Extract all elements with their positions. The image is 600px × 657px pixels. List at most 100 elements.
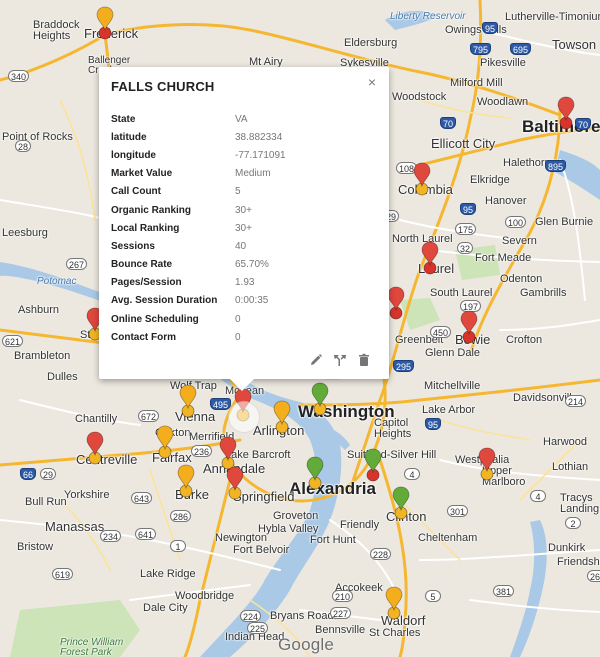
info-row: State VA (111, 110, 286, 128)
label-fort-meade: Fort Meade (475, 252, 532, 264)
shield-66: 66 (20, 468, 37, 480)
label-elkridge: Elkridge (470, 174, 510, 186)
label-groveton: Groveton (273, 510, 319, 522)
location-marker[interactable] (272, 400, 292, 434)
label-lutherville: Lutherville-Timonium (505, 11, 600, 23)
close-icon[interactable]: × (365, 75, 379, 89)
marker-pin (306, 456, 324, 482)
label-suitland: Suitland-Silver Hill (347, 449, 437, 461)
info-window-title: FALLS CHURCH (111, 79, 215, 94)
info-row-label: Local Ranking (111, 222, 180, 234)
info-row-label: longitude (111, 149, 156, 161)
marker-pin (421, 241, 439, 267)
marker-pin (219, 436, 237, 462)
marker-pin (413, 162, 431, 188)
label-braddock-heights: Braddock Heights (33, 19, 80, 42)
label-chantilly: Chantilly (75, 413, 118, 425)
info-row-value: VA (235, 113, 248, 125)
info-row-label: Avg. Session Duration (111, 295, 218, 307)
info-row-value: 40 (235, 240, 247, 252)
info-row-value: 30+ (235, 204, 252, 216)
shield-227: 227 (330, 607, 352, 619)
shield-225: 225 (247, 622, 269, 634)
shield-340: 340 (8, 70, 30, 82)
marker-pin (177, 464, 195, 490)
label-bryans-road: Bryans Road (270, 610, 334, 622)
marker-pin (392, 486, 410, 512)
label-alexandria: Alexandria (289, 479, 376, 498)
route-icon[interactable] (333, 353, 347, 367)
location-marker[interactable] (155, 425, 175, 459)
patapsco-water (555, 150, 600, 200)
label-potomac-river: Potomac (37, 276, 77, 287)
location-marker[interactable] (556, 96, 576, 130)
marker-pin (478, 447, 496, 473)
label-woodbridge: Woodbridge (175, 590, 235, 602)
selected-location-halo (228, 401, 260, 433)
label-lothian: Lothian (552, 461, 589, 473)
info-row-label: Organic Ranking (111, 204, 192, 216)
edit-icon[interactable] (309, 353, 323, 367)
location-marker[interactable] (391, 486, 411, 520)
shield-175: 175 (455, 223, 477, 235)
location-marker[interactable] (225, 466, 245, 500)
label-st-charles: St Charles (369, 627, 421, 639)
shield-795: 795 (470, 43, 492, 55)
label-south-laurel: South Laurel (430, 287, 493, 299)
info-row-value: 0 (235, 313, 241, 325)
info-row-label: Market Value (111, 168, 173, 180)
info-row: Pages/Session 1.93 (111, 274, 286, 292)
location-marker[interactable] (95, 6, 115, 40)
marker-pin (179, 384, 197, 410)
shield-95-b: 95 (460, 203, 477, 215)
location-marker[interactable] (459, 310, 479, 344)
label-ashburn: Ashburn (18, 304, 59, 316)
location-marker[interactable] (386, 286, 406, 320)
location-marker[interactable] (412, 162, 432, 196)
location-marker[interactable] (218, 436, 238, 470)
info-row-value: 5 (235, 186, 241, 198)
delete-icon[interactable] (357, 353, 371, 367)
shield-1: 1 (170, 540, 186, 552)
marker-pin (96, 6, 114, 32)
label-crofton: Crofton (506, 334, 543, 346)
shield-210: 210 (332, 590, 354, 602)
shield-495: 495 (210, 398, 232, 410)
info-row: Local Ranking 30+ (111, 219, 286, 237)
info-row-value: 0 (235, 331, 241, 343)
shield-95-a: 95 (482, 22, 499, 34)
marker-pin (364, 448, 382, 474)
info-row: Avg. Session Duration 0:00:35 (111, 292, 286, 310)
label-towson: Towson (552, 37, 597, 52)
label-fort-hunt: Fort Hunt (310, 534, 356, 546)
marker-pin (273, 400, 291, 426)
info-window-pointer (230, 379, 254, 391)
info-row: longitude -77.171091 (111, 146, 286, 164)
shield-381: 381 (493, 585, 515, 597)
patuxent-water (510, 520, 547, 657)
marker-pin (387, 286, 405, 312)
location-marker[interactable] (85, 431, 105, 465)
location-marker[interactable] (477, 447, 497, 481)
label-newington: Newington (215, 532, 267, 544)
label-glenn-dale: Glenn Dale (425, 347, 481, 359)
location-marker[interactable] (176, 464, 196, 498)
info-row-label: Bounce Rate (111, 259, 173, 271)
shield-228: 228 (370, 548, 392, 560)
info-row-value: 0:00:35 (235, 295, 269, 307)
info-row: latitude 38.882334 (111, 128, 286, 146)
location-marker[interactable] (310, 382, 330, 416)
info-row-label: Pages/Session (111, 277, 182, 289)
info-row: Online Scheduling 0 (111, 310, 286, 328)
location-marker[interactable] (178, 384, 198, 418)
location-marker[interactable] (420, 241, 440, 275)
info-row-label: latitude (111, 131, 147, 143)
location-marker[interactable] (384, 586, 404, 620)
info-row: Organic Ranking 30+ (111, 201, 286, 219)
shield-236: 236 (191, 445, 213, 457)
location-marker[interactable] (305, 456, 325, 490)
info-row: Call Count 5 (111, 183, 286, 201)
map-canvas[interactable]: Braddock Heights Frederick Mt Airy Liber… (0, 0, 600, 657)
info-row-label: Contact Form (111, 331, 176, 343)
location-marker[interactable] (363, 448, 383, 482)
